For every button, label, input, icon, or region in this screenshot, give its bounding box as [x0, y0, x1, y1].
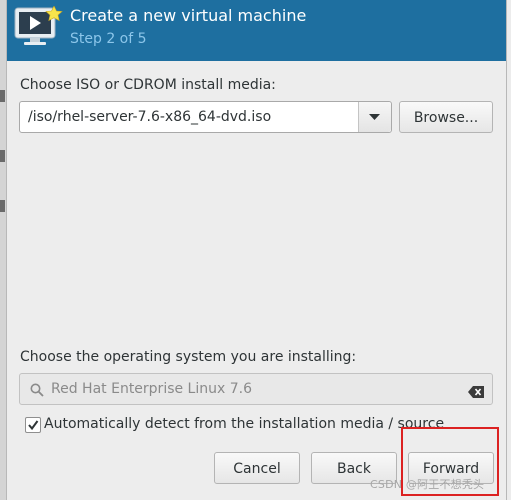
new-vm-dialog: Create a new virtual machine Step 2 of 5…	[6, 0, 507, 500]
checkmark-icon	[28, 420, 39, 431]
cancel-button[interactable]: Cancel	[214, 452, 300, 484]
auto-detect-checkbox[interactable]	[25, 417, 41, 433]
os-label: Choose the operating system you are inst…	[20, 349, 357, 365]
clear-icon[interactable]	[468, 383, 484, 402]
virtual-machine-new-icon	[14, 5, 64, 48]
chevron-down-icon	[369, 114, 380, 120]
watermark: CSDN @阿王不想秃头	[370, 478, 485, 491]
step-indicator: Step 2 of 5	[70, 31, 147, 47]
media-dropdown-button[interactable]	[358, 102, 391, 132]
search-icon	[30, 382, 44, 401]
install-media-combobox[interactable]: /iso/rhel-server-7.6-x86_64-dvd.iso	[19, 101, 392, 133]
dialog-header: Create a new virtual machine Step 2 of 5	[7, 0, 506, 61]
dialog-title: Create a new virtual machine	[70, 6, 307, 25]
os-search-value[interactable]: Red Hat Enterprise Linux 7.6	[51, 381, 252, 397]
install-media-path[interactable]: /iso/rhel-server-7.6-x86_64-dvd.iso	[28, 109, 271, 125]
auto-detect-label[interactable]: Automatically detect from the installati…	[44, 416, 444, 432]
install-media-label: Choose ISO or CDROM install media:	[20, 77, 276, 93]
os-search-field[interactable]: Red Hat Enterprise Linux 7.6	[19, 373, 493, 405]
browse-button[interactable]: Browse...	[399, 101, 493, 133]
